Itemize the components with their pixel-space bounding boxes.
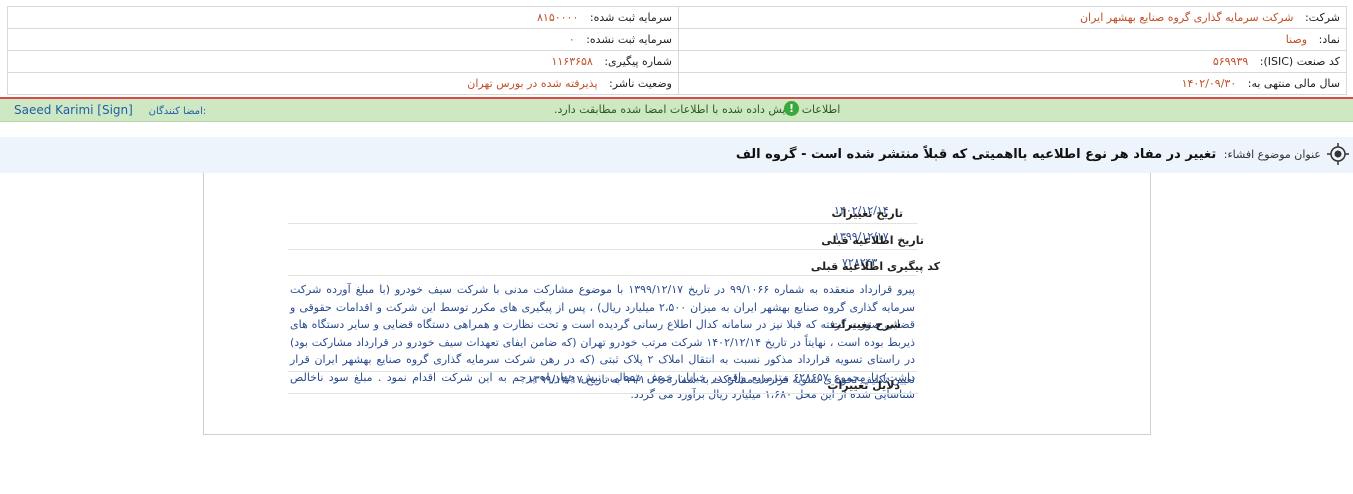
disclosure-title: عنوان موضوع افشاء: تغییر در مفاد هر نوع … — [736, 147, 1321, 162]
tracking-number-value: ۱۱۶۳۶۵۸ — [551, 55, 593, 68]
publisher-status-value: پذیرفته شده در بورس تهران — [467, 77, 598, 90]
company-cell: شرکت: شرکت سرمایه گذاری گروه صنایع بهشهر… — [678, 6, 1347, 29]
change-date-label: تاریخ تغییرات — [831, 207, 903, 220]
disclosure-details: ۱۴۰۲/۱۲/۱۴ تاریخ تغییرات ۱۳۹۹/۱۲/۱۷ تاری… — [203, 173, 1151, 435]
signers: Saeed Karimi [Sign] امضا کنندگان: — [14, 103, 206, 117]
info-row-4: سال مالی منتهی به: ۱۴۰۲/۰۹/۳۰ وضعیت ناشر… — [7, 72, 1347, 95]
fiscal-year-value: ۱۴۰۲/۰۹/۳۰ — [1181, 77, 1237, 90]
company-label: شرکت: — [1304, 11, 1340, 24]
publisher-status-label: وضعیت ناشر: — [609, 77, 672, 90]
registered-capital-value: ۸۱۵۰۰۰۰ — [537, 11, 579, 24]
tracking-number-cell: شماره پیگیری: ۱۱۶۳۶۵۸ — [7, 50, 679, 73]
symbol-cell: نماد: وصنا — [678, 28, 1347, 51]
unregistered-capital-value: ۰ — [568, 33, 575, 46]
signer-link[interactable]: Saeed Karimi [Sign] — [14, 103, 133, 117]
check-circle-icon: ! — [784, 101, 799, 116]
publisher-status-cell: وضعیت ناشر: پذیرفته شده در بورس تهران — [7, 72, 679, 95]
divider — [288, 275, 918, 276]
divider — [288, 249, 918, 250]
divider — [288, 371, 918, 372]
isic-label: کد صنعت (ISIC): — [1259, 55, 1340, 68]
unregistered-capital-label: سرمایه ثبت نشده: — [586, 33, 672, 46]
unregistered-capital-cell: سرمایه ثبت نشده: ۰ — [7, 28, 679, 51]
signature-bar: Saeed Karimi [Sign] امضا کنندگان: اطلاعا… — [0, 97, 1353, 122]
company-value: شرکت سرمایه گذاری گروه صنایع بهشهر ایران — [1079, 11, 1294, 24]
symbol-label: نماد: — [1318, 33, 1340, 46]
registered-capital-label: سرمایه ثبت شده: — [589, 11, 672, 24]
registered-capital-cell: سرمایه ثبت شده: ۸۱۵۰۰۰۰ — [7, 6, 679, 29]
info-row-3: کد صنعت (ISIC): ۵۶۹۹۳۹ شماره پیگیری: ۱۱۶… — [7, 50, 1347, 73]
fiscal-year-label: سال مالی منتهی به: — [1247, 77, 1340, 90]
disclosure-title-value: تغییر در مفاد هر نوع اطلاعیه بااهمیتی که… — [735, 147, 1217, 162]
tracking-number-label: شماره پیگیری: — [604, 55, 672, 68]
signers-label: امضا کنندگان: — [148, 106, 207, 117]
description-label: شرح تغییرات — [830, 318, 901, 331]
disclosure-title-label: عنوان موضوع افشاء: — [1223, 148, 1321, 161]
info-row-1: شرکت: شرکت سرمایه گذاری گروه صنایع بهشهر… — [7, 6, 1347, 29]
prev-notice-date-label: تاریخ اطلاعیه قبلی — [821, 234, 924, 247]
disclosure-title-bar: عنوان موضوع افشاء: تغییر در مفاد هر نوع … — [0, 137, 1353, 173]
fiscal-year-cell: سال مالی منتهی به: ۱۴۰۲/۰۹/۳۰ — [678, 72, 1347, 95]
company-info-table: شرکت: شرکت سرمایه گذاری گروه صنایع بهشهر… — [7, 6, 1347, 95]
prev-tracking-label: کد پیگیری اطلاعیه قبلی — [810, 260, 940, 273]
target-icon — [1327, 143, 1349, 165]
divider — [288, 223, 918, 224]
isic-value: ۵۶۹۹۳۹ — [1212, 55, 1249, 68]
isic-cell: کد صنعت (ISIC): ۵۶۹۹۳۹ — [678, 50, 1347, 73]
info-row-2: نماد: وصنا سرمایه ثبت نشده: ۰ — [7, 28, 1347, 51]
reasons-label: دلایل تغییرات — [827, 379, 900, 392]
divider — [288, 393, 918, 394]
symbol-value: وصنا — [1285, 33, 1308, 46]
